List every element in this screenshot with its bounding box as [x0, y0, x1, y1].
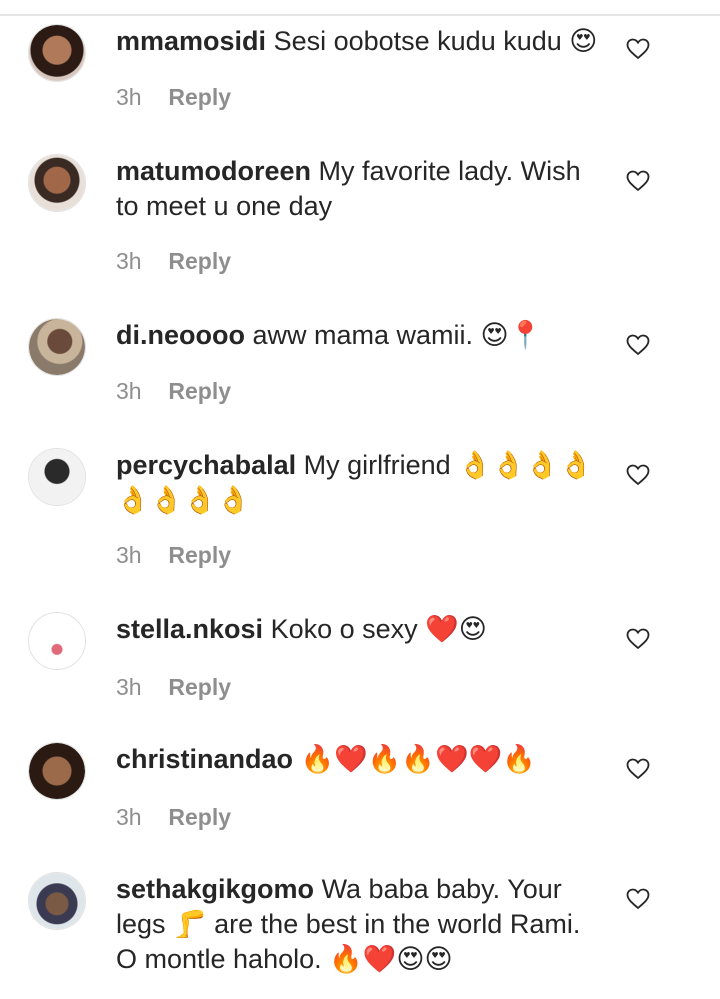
comment-username[interactable]: mmamosidi [116, 26, 266, 56]
reply-button[interactable]: Reply [168, 542, 231, 568]
reply-button[interactable]: Reply [168, 248, 231, 274]
heart-outline-icon[interactable] [626, 334, 650, 356]
comment-username[interactable]: percychabalal [116, 450, 296, 480]
heart-outline-icon[interactable] [626, 628, 650, 650]
comment-username[interactable]: matumodoreen [116, 156, 311, 186]
comment-time: 3h [116, 248, 142, 274]
comment-meta: 3h Reply [116, 378, 231, 405]
comment-text: percychabalal My girlfriend 👌👌👌👌👌👌👌👌 [116, 448, 606, 518]
comment-time: 3h [116, 84, 142, 110]
comment-text: di.neoooo aww mama wamii. 😍📍 [116, 318, 606, 353]
avatar[interactable] [28, 24, 86, 82]
comment-username[interactable]: christinandao [116, 744, 293, 774]
comment-time: 3h [116, 378, 142, 404]
avatar[interactable] [28, 742, 86, 800]
heart-outline-icon[interactable] [626, 170, 650, 192]
comment-text: sethakgikgomo Wa baba baby. Your legs 🦵 … [116, 872, 606, 977]
comment-meta: 3h Reply [116, 674, 231, 701]
comment-text: christinandao 🔥❤️🔥🔥❤️❤️🔥 [116, 742, 606, 777]
comment-meta: 3h Reply [116, 542, 231, 569]
avatar[interactable] [28, 318, 86, 376]
avatar[interactable] [28, 154, 86, 212]
comment-text: mmamosidi Sesi oobotse kudu kudu 😍 [116, 24, 606, 59]
heart-outline-icon[interactable] [626, 888, 650, 910]
comment-time: 3h [116, 674, 142, 700]
comment-body: Koko o sexy ❤️😍 [270, 614, 487, 644]
comment-username[interactable]: sethakgikgomo [116, 874, 314, 904]
avatar[interactable] [28, 872, 86, 930]
top-divider [0, 14, 720, 16]
comment-username[interactable]: di.neoooo [116, 320, 245, 350]
comment-text: stella.nkosi Koko o sexy ❤️😍 [116, 612, 606, 647]
reply-button[interactable]: Reply [168, 84, 231, 110]
comment-body: aww mama wamii. 😍📍 [252, 320, 543, 350]
comment-meta: 3h Reply [116, 804, 231, 831]
heart-outline-icon[interactable] [626, 464, 650, 486]
reply-button[interactable]: Reply [168, 674, 231, 700]
comment-body: 🔥❤️🔥🔥❤️❤️🔥 [300, 744, 536, 774]
reply-button[interactable]: Reply [168, 804, 231, 830]
reply-button[interactable]: Reply [168, 378, 231, 404]
avatar[interactable] [28, 612, 86, 670]
comment-body: Sesi oobotse kudu kudu 😍 [273, 26, 598, 56]
comment-text: matumodoreen My favorite lady. Wish to m… [116, 154, 606, 224]
comment-meta: 3h Reply [116, 248, 231, 275]
comment-time: 3h [116, 804, 142, 830]
heart-outline-icon[interactable] [626, 758, 650, 780]
comment-meta: 3h Reply [116, 84, 231, 111]
avatar[interactable] [28, 448, 86, 506]
comment-username[interactable]: stella.nkosi [116, 614, 263, 644]
comment-time: 3h [116, 542, 142, 568]
heart-outline-icon[interactable] [626, 38, 650, 60]
